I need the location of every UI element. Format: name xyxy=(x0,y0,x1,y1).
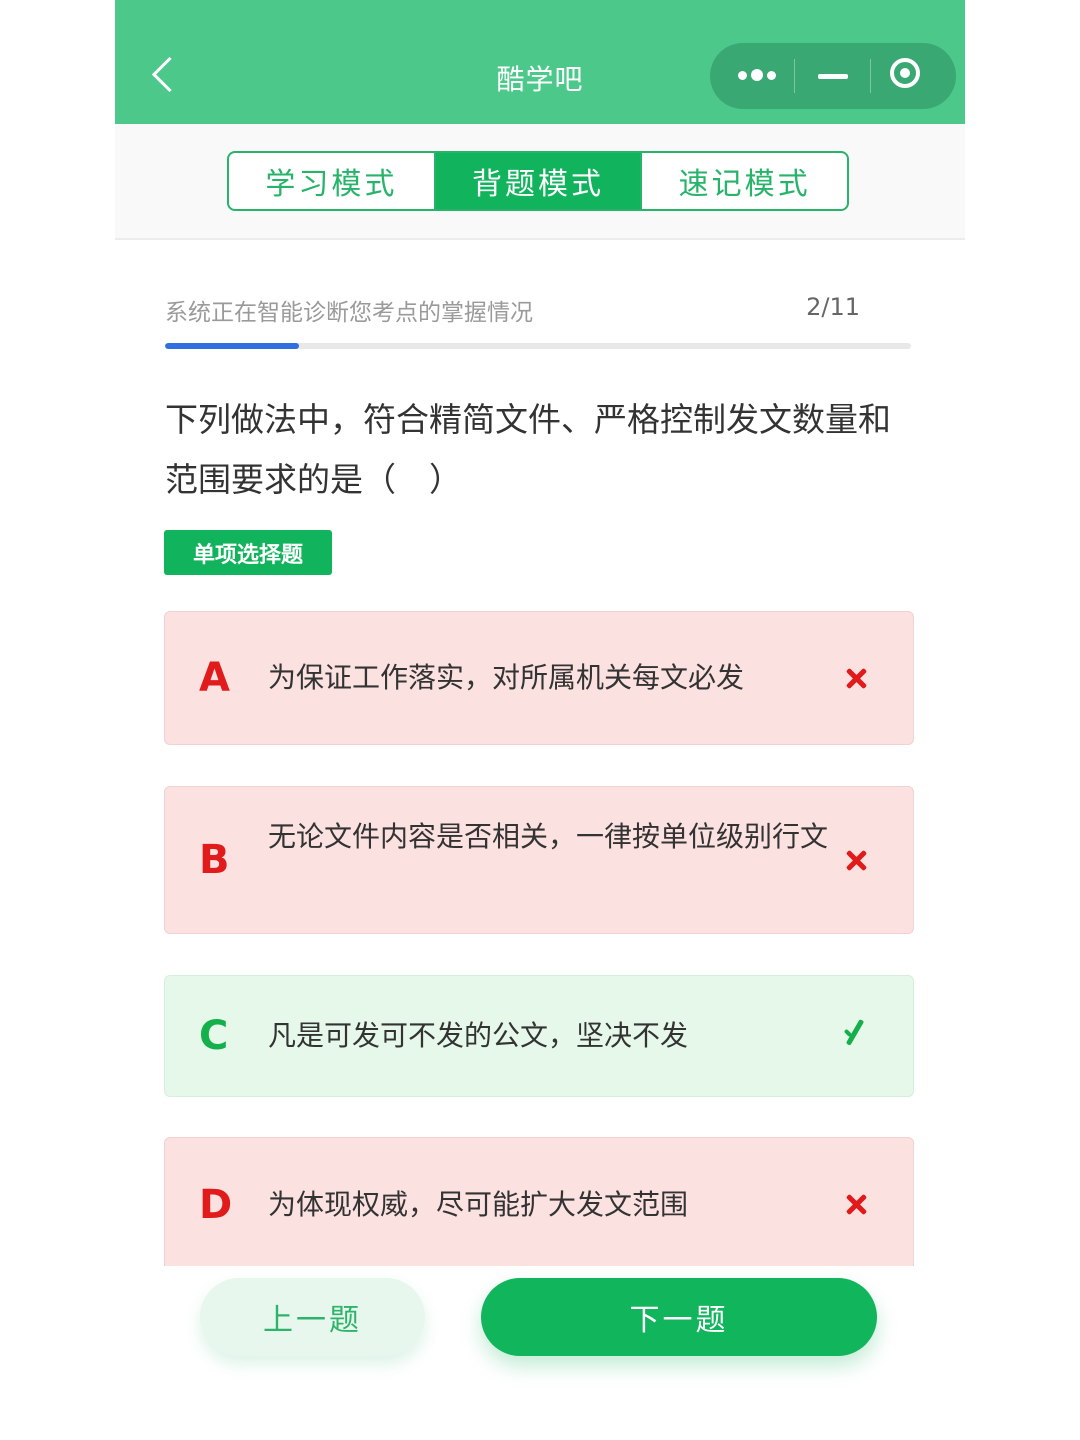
question-text: 下列做法中，符合精简文件、严格控制发文数量和范围要求的是（ ） xyxy=(165,400,891,499)
close-target-icon[interactable] xyxy=(890,58,920,88)
option-text: 凡是可发可不发的公文，坚决不发 xyxy=(268,1019,689,1052)
title-bar: 酷学吧 xyxy=(115,0,965,124)
app-screen: 酷学吧 学习模式 背题模式 速记模式 系统正在智能诊断您考点的掌握情况 2/11… xyxy=(115,0,965,1440)
tab-memorize-mode[interactable]: 速记模式 xyxy=(640,153,847,209)
progress-counter: 2/11 xyxy=(806,293,860,321)
wrong-cross-icon xyxy=(839,843,875,879)
minimize-icon[interactable] xyxy=(818,74,848,79)
option-c[interactable]: C 凡是可发可不发的公文，坚决不发 xyxy=(164,975,914,1097)
prev-question-button[interactable]: 上一题 xyxy=(200,1278,425,1356)
next-question-button[interactable]: 下一题 xyxy=(481,1278,877,1356)
option-a[interactable]: A 为保证工作落实，对所属机关每文必发 xyxy=(164,611,914,745)
option-text: 为体现权威，尽可能扩大发文范围 xyxy=(268,1188,689,1221)
diagnosis-status-text: 系统正在智能诊断您考点的掌握情况 xyxy=(165,300,533,326)
option-b[interactable]: B 无论文件内容是否相关，一律按单位级别行文 xyxy=(164,786,914,934)
mode-tabs-area: 学习模式 背题模式 速记模式 xyxy=(115,124,965,240)
option-text: 无论文件内容是否相关，一律按单位级别行文 xyxy=(268,820,829,853)
option-letter: C xyxy=(199,1013,229,1059)
capsule-divider xyxy=(870,59,871,93)
mini-program-capsule xyxy=(710,43,956,109)
option-letter: B xyxy=(199,837,230,883)
question-type-badge: 单项选择题 xyxy=(164,530,332,575)
option-letter: A xyxy=(199,655,230,701)
wrong-cross-icon xyxy=(839,661,875,697)
correct-check-icon xyxy=(839,1017,875,1053)
option-text: 为保证工作落实，对所属机关每文必发 xyxy=(268,661,745,694)
option-letter: D xyxy=(199,1182,233,1228)
progress-bar-fill xyxy=(165,343,300,349)
progress-bar xyxy=(165,343,911,349)
option-d[interactable]: D 为体现权威，尽可能扩大发文范围 xyxy=(164,1137,914,1277)
tab-study-mode[interactable]: 学习模式 xyxy=(229,153,434,209)
wrong-cross-icon xyxy=(839,1187,875,1223)
capsule-divider xyxy=(794,59,795,93)
more-menu-icon[interactable] xyxy=(738,67,778,85)
mode-tabs: 学习模式 背题模式 速记模式 xyxy=(227,151,849,211)
tab-recite-mode[interactable]: 背题模式 xyxy=(433,153,641,209)
